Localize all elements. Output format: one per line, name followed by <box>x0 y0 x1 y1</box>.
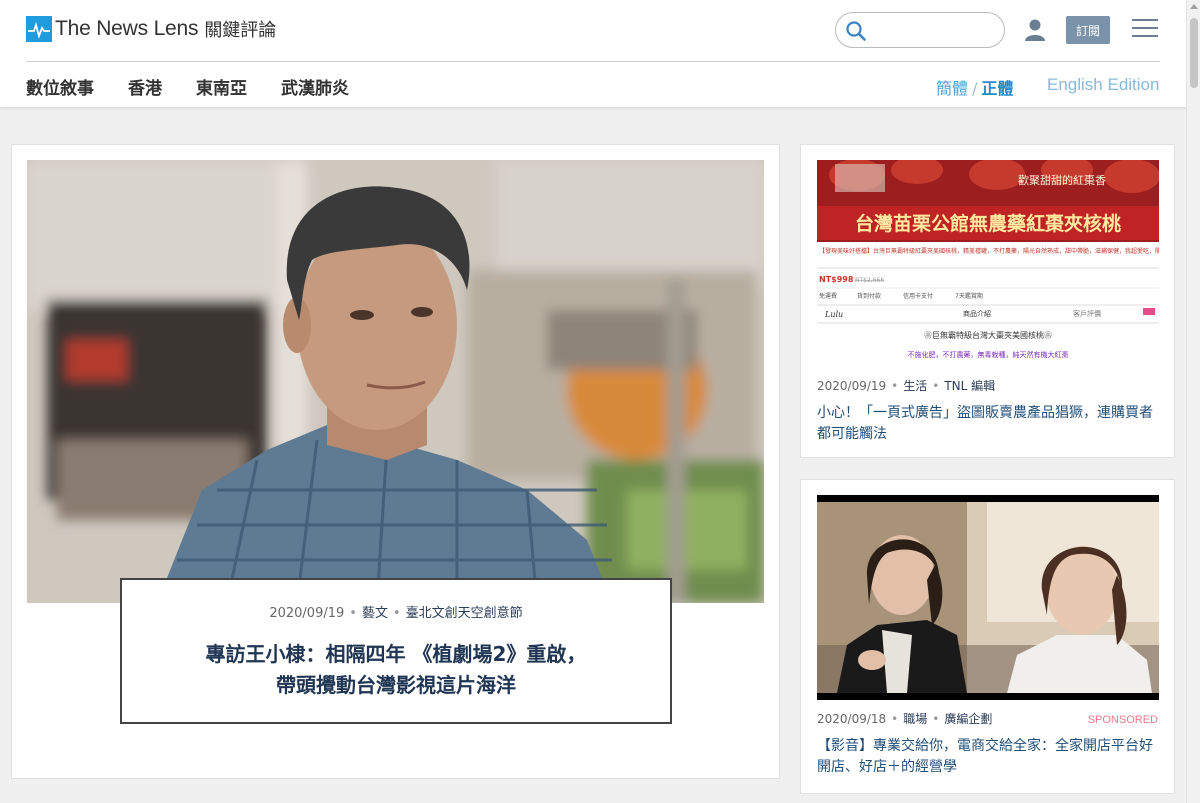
sponsored-article-video-thumbnail[interactable] <box>817 495 1159 700</box>
article-category-link[interactable]: 藝文 <box>362 606 388 621</box>
ad-tab-product: 商品介紹 <box>963 309 991 318</box>
ad-banner-top-text: 歡聚甜甜的紅棗香 <box>1018 173 1106 187</box>
side-article-image[interactable]: 歡聚甜甜的紅棗香 台灣苗栗公館無農藥紅棗夾核桃 【發現美味好搭檔】台灣巨無霸特級… <box>817 160 1159 362</box>
logo-text: The News Lens <box>55 17 199 40</box>
scroll-up-arrow-icon[interactable] <box>1190 4 1198 9</box>
article-category-link[interactable]: 職場 <box>903 712 927 726</box>
site-logo[interactable]: The News Lens 關鍵評論 <box>26 16 276 42</box>
ad-slogan: ❀巨無霸特級台灣大棗夾美國核桃❀ <box>924 330 1052 340</box>
side-article-meta: 2020/09/19 • 生活 • TNL 編輯 <box>817 379 996 393</box>
search-input[interactable] <box>872 19 992 41</box>
ad-price: NT$998 <box>819 275 854 284</box>
featured-article-meta: 2020/09/19 • 藝文 • 臺北文創天空創意節 <box>269 606 523 621</box>
ad-feature-1: 免運費 <box>819 292 837 300</box>
ad-old-price: NT$2,666 <box>855 277 884 284</box>
sponsored-badge: SPONSORED <box>1087 714 1158 726</box>
article-tag-link[interactable]: 廣編企劃 <box>944 712 992 726</box>
nav-item-southeast-asia[interactable]: 東南亞 <box>196 74 247 99</box>
logo-chinese-text: 關鍵評論 <box>204 20 277 41</box>
article-date: 2020/09/19 <box>269 606 345 621</box>
ad-shop-name: Lulu <box>824 310 843 319</box>
side-article-card[interactable]: 歡聚甜甜的紅棗香 台灣苗栗公館無農藥紅棗夾核桃 【發現美味好搭檔】台灣巨無霸特級… <box>800 144 1175 458</box>
page-scrollbar[interactable] <box>1186 0 1200 803</box>
header-divider <box>26 61 1160 62</box>
hamburger-menu-icon[interactable] <box>1132 19 1158 41</box>
lang-traditional-link[interactable]: 正體 <box>981 79 1013 98</box>
side-article-title[interactable]: 小心！「一頁式廣告」盜圖販賣農產品猖獗，連購買者都可能觸法 <box>817 403 1159 445</box>
user-account-icon[interactable] <box>1022 17 1048 43</box>
lang-separator: / <box>972 79 978 98</box>
ad-promo-text: 【發現美味好搭檔】台灣巨無霸特級紅棗夾美國核桃，精美禮罐，不打農藥，陽光自然熟成… <box>819 247 1159 255</box>
ad-feature-4: 7天鑑賞期 <box>955 292 983 300</box>
search-box[interactable] <box>835 12 1005 48</box>
featured-article-image[interactable] <box>27 160 764 603</box>
sponsored-article-title[interactable]: 【影音】專業交給你，電商交給全家：全家開店平台好開店、好店＋的經營學 <box>817 736 1159 778</box>
ad-subtext: 不施化肥，不打農藥，無毒栽種，純天然有機大紅棗 <box>908 350 1069 359</box>
ad-banner-main-text: 台灣苗栗公館無農藥紅棗夾核桃 <box>855 212 1121 235</box>
subscribe-button[interactable]: 訂閱 <box>1066 16 1110 44</box>
scrollbar-thumb[interactable] <box>1190 18 1198 88</box>
featured-article-title-line-2: 帶頭攪動台灣影視這片海洋 <box>276 673 516 697</box>
featured-article-title[interactable]: 專訪王小棣：相隔四年 《植劇場2》重啟， 帶頭攪動台灣影視這片海洋 <box>122 639 670 701</box>
pulse-logo-icon <box>26 16 52 42</box>
nav-item-wuhan-pneumonia[interactable]: 武漢肺炎 <box>281 74 349 99</box>
featured-article-title-line-1: 專訪王小棣：相隔四年 《植劇場2》重啟， <box>205 642 587 666</box>
nav-item-hong-kong[interactable]: 香港 <box>128 74 162 99</box>
nav-item-digital-narrative[interactable]: 數位敘事 <box>26 74 94 99</box>
article-author-link[interactable]: TNL 編輯 <box>944 379 995 393</box>
ad-tab-reviews: 客戶評價 <box>1073 309 1101 318</box>
sponsored-article-card[interactable]: 2020/09/18 • 職場 • 廣編企劃 SPONSORED 【影音】專業交給你，電… <box>800 479 1175 794</box>
article-date: 2020/09/18 <box>817 712 887 726</box>
article-tag-link[interactable]: 臺北文創天空創意節 <box>406 606 523 621</box>
ad-feature-2: 貨到付款 <box>857 292 881 300</box>
featured-article-card[interactable]: 2020/09/19 • 藝文 • 臺北文創天空創意節 專訪王小棣：相隔四年 《植劇場2… <box>11 144 780 779</box>
sponsored-article-meta: 2020/09/18 • 職場 • 廣編企劃 <box>817 712 993 726</box>
article-date: 2020/09/19 <box>817 379 887 393</box>
site-header: The News Lens 關鍵評論 訂閱 數位敘事 香港 東南亞 武漢肺炎 簡… <box>0 0 1200 108</box>
featured-article-caption-box[interactable]: 2020/09/19 • 藝文 • 臺北文創天空創意節 專訪王小棣：相隔四年 《植劇場2… <box>120 578 672 724</box>
lang-simplified-link[interactable]: 簡體 <box>936 79 968 98</box>
language-switcher: 簡體 / 正體 <box>936 75 1013 99</box>
english-edition-link[interactable]: English Edition <box>1047 75 1159 95</box>
article-category-link[interactable]: 生活 <box>903 379 927 393</box>
search-icon <box>846 21 866 41</box>
ad-feature-3: 信用卡支付 <box>903 292 933 300</box>
main-nav: 數位敘事 香港 東南亞 武漢肺炎 <box>26 74 383 99</box>
